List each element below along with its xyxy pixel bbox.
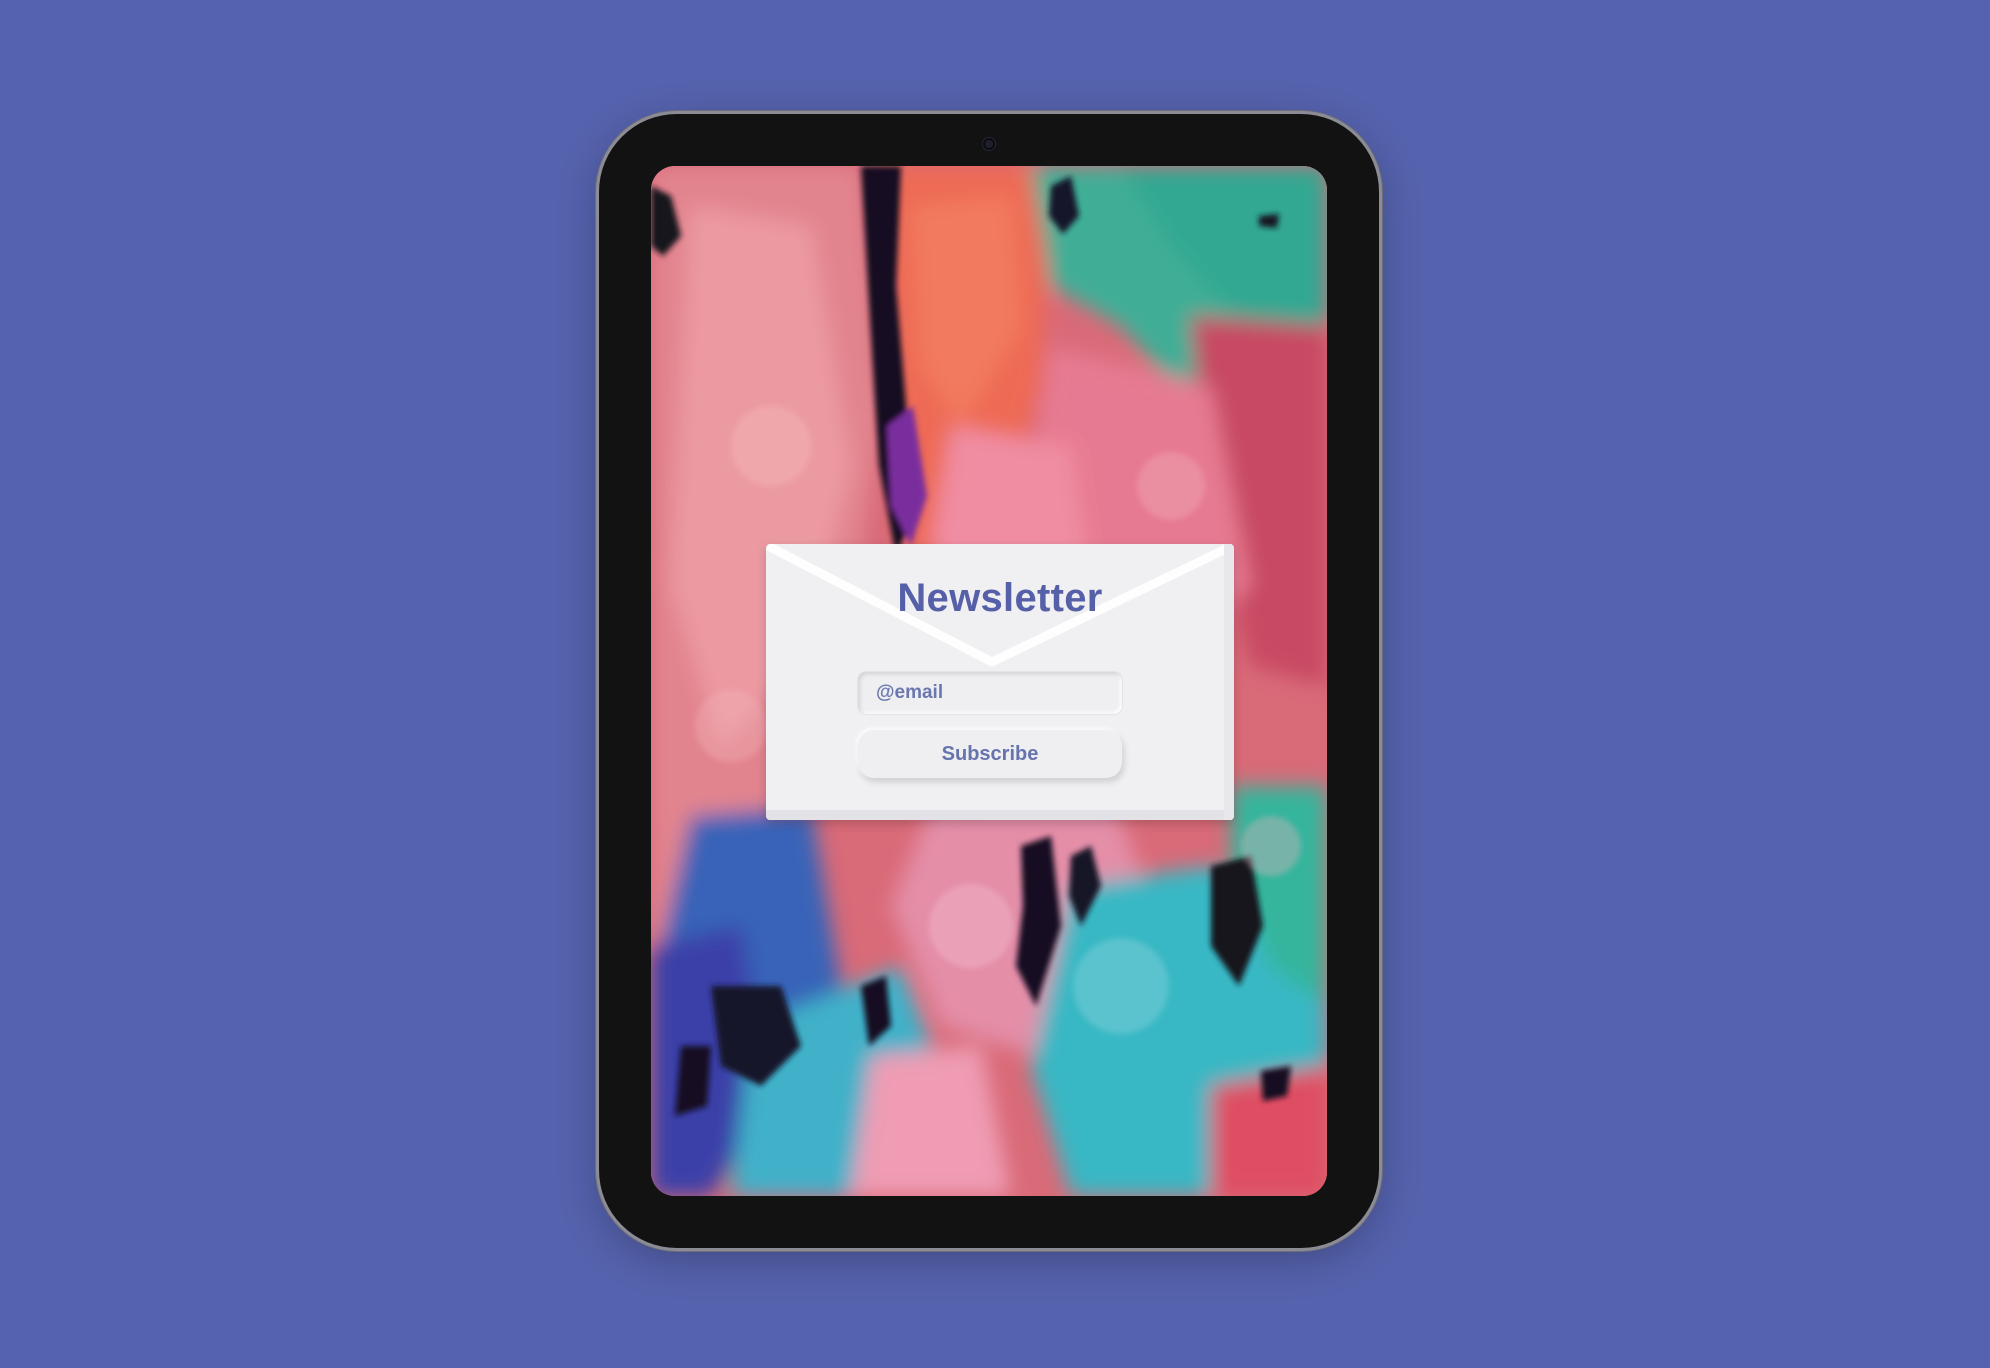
tablet-device: Newsletter Subscribe: [599, 114, 1379, 1248]
tablet-screen: Newsletter Subscribe: [651, 166, 1327, 1196]
email-input[interactable]: [858, 672, 1122, 714]
newsletter-card: Newsletter Subscribe: [766, 544, 1234, 820]
newsletter-title: Newsletter: [897, 576, 1103, 620]
front-camera: [983, 138, 995, 150]
subscribe-button[interactable]: Subscribe: [858, 730, 1122, 778]
